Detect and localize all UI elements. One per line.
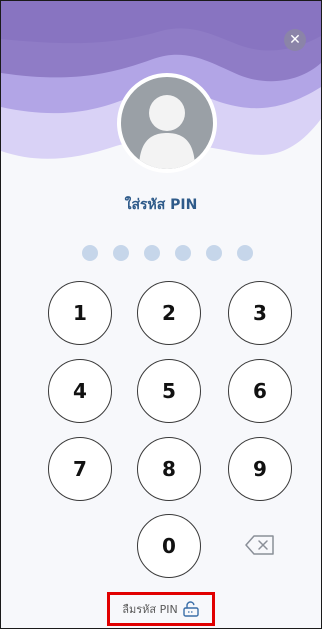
key-2[interactable]: 2: [137, 281, 201, 345]
pin-dot: [175, 245, 191, 261]
pin-dot: [144, 245, 160, 261]
pin-indicator: [82, 245, 253, 261]
close-icon: ✕: [289, 32, 301, 48]
avatar: [117, 73, 217, 173]
pin-dot: [82, 245, 98, 261]
forgot-pin-link[interactable]: ลืมรหัส PIN: [107, 592, 215, 626]
pin-screen: ✕ ใส่รหัส PIN 1 2 3 4 5 6 7 8 9 0 ลืมรหั…: [0, 0, 322, 629]
key-3[interactable]: 3: [228, 281, 292, 345]
backspace-icon: [245, 535, 274, 555]
key-4[interactable]: 4: [48, 359, 112, 423]
key-1[interactable]: 1: [48, 281, 112, 345]
key-5[interactable]: 5: [137, 359, 201, 423]
key-0[interactable]: 0: [137, 514, 201, 578]
pin-dot: [237, 245, 253, 261]
pin-dot: [206, 245, 222, 261]
forgot-pin-label: ลืมรหัส PIN: [122, 603, 178, 616]
close-button[interactable]: ✕: [284, 29, 306, 51]
pin-title: ใส่รหัส PIN: [124, 197, 198, 213]
pin-dot: [113, 245, 129, 261]
unlock-icon: [183, 601, 199, 617]
user-silhouette-icon: [139, 95, 195, 169]
key-6[interactable]: 6: [228, 359, 292, 423]
backspace-button[interactable]: [245, 535, 275, 555]
key-8[interactable]: 8: [137, 437, 201, 501]
key-9[interactable]: 9: [228, 437, 292, 501]
key-7[interactable]: 7: [48, 437, 112, 501]
